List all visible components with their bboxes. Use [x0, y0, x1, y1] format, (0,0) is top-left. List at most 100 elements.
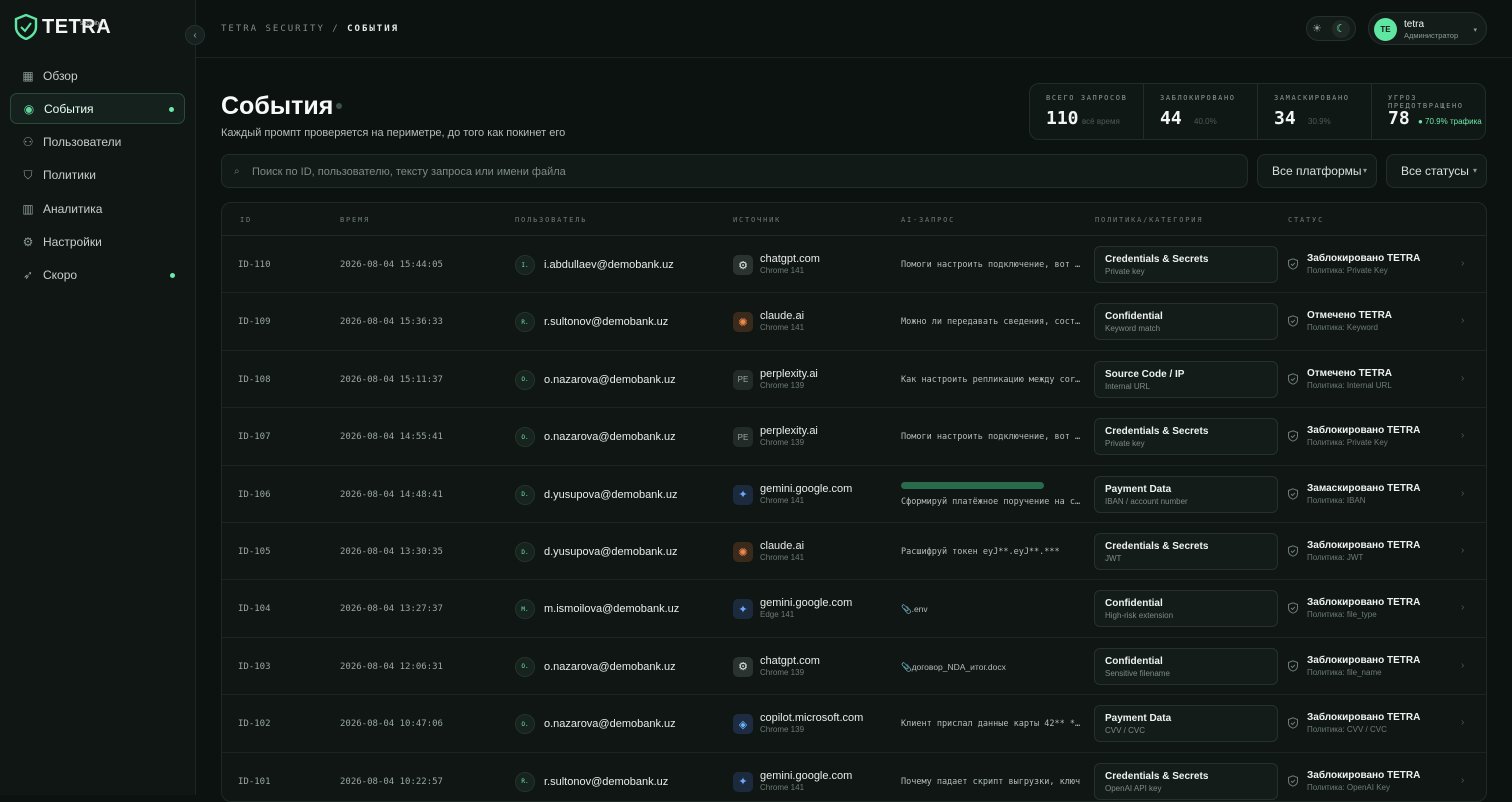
source-name: gemini.google.com [760, 597, 853, 610]
status-text: Отмечено TETRA [1307, 367, 1393, 379]
user-email[interactable]: o.nazarova@demobank.uz [544, 374, 676, 386]
moon-icon[interactable]: ☾ [1331, 19, 1350, 38]
table-row[interactable]: ID-107 2026-08-04 14:55:41 O. o.nazarova@de… [222, 408, 1486, 466]
sidebar-item-4[interactable]: ▥ Аналитика [10, 193, 185, 224]
table-row[interactable]: ID-110 2026-08-04 15:44:05 I. i.abdullaev@d… [222, 236, 1486, 294]
table-row[interactable]: ID-104 2026-08-04 13:27:37 M. m.ismoilova@d… [222, 580, 1486, 638]
sidebar-item-6[interactable]: ➶ Скоро [10, 260, 185, 291]
sidebar-item-1[interactable]: ◉ События [10, 93, 185, 125]
breadcrumb: TETRA SECURITY / СОБЫТИЯ [221, 24, 399, 34]
source-browser: Chrome 139 [760, 667, 805, 677]
rocket-icon: ➶ [22, 268, 34, 283]
search-box[interactable]: ⌕ [221, 154, 1248, 188]
chevron-right-icon[interactable]: › [1461, 717, 1464, 728]
col-user[interactable]: ПОЛЬЗОВАТЕЛЬ [515, 216, 587, 224]
table-row[interactable]: ID-106 2026-08-04 14:48:41 D. d.yusupova@de… [222, 466, 1486, 523]
brand-logo[interactable]: TETRA [14, 14, 111, 40]
sidebar-item-5[interactable]: ⚙ Настройки [10, 226, 185, 257]
col-source[interactable]: ИСТОЧНИК [733, 216, 781, 224]
prompt-text[interactable]: 📎.env [901, 604, 1084, 615]
prompt-text[interactable]: Сформируй платёжное поручение на счёт [901, 497, 1084, 507]
sidebar-item-label: Политики [43, 168, 96, 183]
stat-note: всё время [1082, 117, 1120, 126]
table-row[interactable]: ID-103 2026-08-04 12:06:31 O. o.nazarova@de… [222, 638, 1486, 696]
chevron-right-icon[interactable]: › [1461, 373, 1464, 384]
policy-badge: Confidential High-risk extension [1094, 590, 1278, 628]
col-id[interactable]: ID [240, 216, 252, 224]
chevron-right-icon[interactable]: › [1461, 315, 1464, 326]
policy-title: Payment Data [1105, 483, 1172, 495]
table-row[interactable]: ID-108 2026-08-04 15:11:37 O. o.nazarova@de… [222, 351, 1486, 409]
chevron-right-icon[interactable]: › [1461, 545, 1464, 556]
prompt-text[interactable]: Помоги настроить подключение, вот DSN: p… [901, 260, 1084, 270]
status-filter[interactable]: Все статусы ▾ [1386, 154, 1487, 188]
stat-card: ЗАБЛОКИРОВАНО 44 40.0% [1144, 84, 1258, 139]
user-email[interactable]: r.sultonov@demobank.uz [544, 776, 668, 788]
source-browser: Chrome 139 [760, 438, 805, 448]
sidebar-item-3[interactable]: ⛉ Политики [10, 160, 185, 191]
theme-toggle[interactable]: ☀ ☾ [1306, 16, 1356, 41]
status-text: Заблокировано TETRA [1307, 253, 1421, 264]
sidebar-item-2[interactable]: ⚇ Пользователи [10, 127, 185, 158]
sun-icon[interactable]: ☀ [1312, 22, 1322, 35]
chevron-right-icon[interactable]: › [1461, 775, 1464, 786]
col-policy[interactable]: ПОЛИТИКА/КАТЕГОРИЯ [1095, 216, 1203, 224]
table-row[interactable]: ID-109 2026-08-04 15:36:33 R. r.sultonov@de… [222, 293, 1486, 351]
sidebar-item-label: Скоро [43, 268, 78, 283]
source-name: copilot.microsoft.com [760, 712, 864, 725]
breadcrumb-root[interactable]: TETRA SECURITY [221, 24, 325, 34]
chevron-right-icon[interactable]: › [1461, 602, 1464, 613]
prompt-text[interactable]: 📎договор_NDA_итог.docx [901, 662, 1084, 673]
policy-subtitle: Private key [1105, 439, 1145, 449]
search-input[interactable] [252, 162, 1232, 182]
user-menu[interactable]: TE tetra Администратор ▾ [1368, 12, 1487, 45]
indicator-dot [170, 272, 175, 278]
sidebar-item-0[interactable]: ▦ Обзор [10, 60, 185, 91]
chevron-right-icon[interactable]: › [1461, 430, 1464, 441]
event-time: 2026-08-04 14:48:41 [340, 489, 443, 500]
table-row[interactable]: ID-105 2026-08-04 13:30:35 D. d.yusupova@de… [222, 523, 1486, 581]
col-prompt[interactable]: AI-ЗАПРОС [901, 216, 955, 224]
col-status[interactable]: СТАТУС [1288, 216, 1324, 224]
sidebar-item-label: События [44, 101, 94, 116]
shield-check-icon [1288, 774, 1298, 787]
collapse-sidebar-button[interactable]: ‹ [185, 25, 205, 45]
table-header: ID ВРЕМЯ ПОЛЬЗОВАТЕЛЬ ИСТОЧНИК AI-ЗАПРОС… [222, 203, 1486, 236]
status-policy: Политика: Private Key [1307, 266, 1388, 275]
source-name: gemini.google.com [760, 769, 853, 782]
prompt-text[interactable]: Помоги настроить подключение, вот ключ [901, 432, 1084, 442]
prompt-text[interactable]: Можно ли передавать сведения, составляющ… [901, 317, 1084, 327]
prompt-text[interactable]: Как настроить репликацию между core-db [901, 375, 1084, 385]
user-email[interactable]: o.nazarova@demobank.uz [544, 431, 676, 443]
chevron-down-icon: ▾ [1362, 166, 1367, 175]
status-policy: Политика: Internal URL [1307, 380, 1392, 390]
chevron-right-icon[interactable]: › [1461, 488, 1464, 499]
policy-subtitle: Sensitive filename [1105, 668, 1170, 678]
prompt-text[interactable]: Расшифруй токен eyJ**.eyJ**.*** [901, 547, 1084, 557]
prompt-text[interactable]: Почему падает скрипт выгрузки, ключ [901, 777, 1084, 787]
user-avatar: O. [515, 714, 535, 735]
chevron-right-icon[interactable]: › [1461, 258, 1464, 269]
platform-filter[interactable]: Все платформы ▾ [1257, 154, 1377, 188]
status-text: Заблокировано TETRA [1307, 712, 1421, 724]
user-email[interactable]: i.abdullaev@demobank.uz [544, 259, 674, 271]
policy-badge: Payment Data CVV / CVC [1094, 705, 1278, 743]
user-email[interactable]: r.sultonov@demobank.uz [544, 316, 668, 328]
user-email[interactable]: m.ismoilova@demobank.uz [544, 603, 679, 615]
source-browser: Chrome 139 [760, 725, 805, 735]
user-email[interactable]: d.yusupova@demobank.uz [544, 546, 677, 558]
sidebar-item-label: Настройки [43, 234, 102, 249]
policy-subtitle: Keyword match [1105, 324, 1161, 334]
user-email[interactable]: o.nazarova@demobank.uz [544, 661, 676, 673]
chevron-right-icon[interactable]: › [1461, 660, 1464, 671]
page-title: События [221, 92, 334, 120]
source-name: gemini.google.com [760, 482, 853, 495]
user-email[interactable]: d.yusupova@demobank.uz [544, 489, 677, 501]
prompt-text[interactable]: Клиент прислал данные карты 42** **** [901, 719, 1084, 729]
user-role: Администратор [1404, 31, 1459, 40]
table-row[interactable]: ID-102 2026-08-04 10:47:06 O. o.nazarova@de… [222, 695, 1486, 753]
user-avatar: D. [515, 484, 535, 505]
col-time[interactable]: ВРЕМЯ [340, 216, 370, 224]
gear-icon: ⚙ [22, 234, 34, 249]
user-email[interactable]: o.nazarova@demobank.uz [544, 718, 676, 730]
